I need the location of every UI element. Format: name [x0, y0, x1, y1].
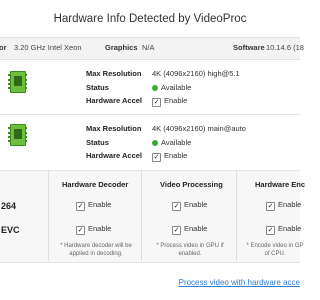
hardware-accel-enable-label: Enable [164, 96, 188, 105]
status-label: Status [86, 138, 109, 147]
max-resolution-label: Max Resolution [86, 69, 142, 78]
hardware-accel-enable-label: Enable [164, 151, 188, 160]
cpu-value: 3.20 GHz Intel Xeon [14, 43, 82, 52]
status-dot-icon [152, 139, 158, 146]
status-dot-icon [152, 84, 158, 91]
processing-note: * Process video in GPU if enabled. [156, 243, 224, 257]
divider [141, 170, 142, 261]
graphics-label: Graphics [105, 43, 138, 52]
cpu-label: or [0, 43, 7, 52]
enable-label: Enable [184, 224, 208, 233]
enable-label: Enable [88, 224, 112, 233]
gpu-chip-icon [8, 124, 27, 146]
graphics-value: N/A [142, 43, 155, 52]
processing-hevc-checkbox[interactable]: ✓ Enable [172, 224, 207, 235]
column-header-hardware-decoder: Hardware Decoder [62, 180, 129, 189]
processing-h264-checkbox[interactable]: ✓ Enable [172, 200, 207, 211]
status-value: Available [152, 138, 191, 147]
checkbox-checked-icon[interactable]: ✓ [172, 202, 181, 211]
divider [236, 170, 237, 261]
process-with-hardware-accel-link[interactable]: Process video with hardware acce [179, 278, 300, 287]
checkbox-checked-icon[interactable]: ✓ [172, 226, 181, 235]
checkbox-checked-icon[interactable]: ✓ [266, 202, 275, 211]
status-value: Available [152, 83, 191, 92]
checkbox-checked-icon[interactable]: ✓ [152, 98, 161, 107]
decoder-hevc-checkbox[interactable]: ✓ Enable [76, 224, 111, 235]
gpu-chip-icon [8, 71, 27, 93]
checkbox-checked-icon[interactable]: ✓ [152, 153, 161, 162]
divider [0, 114, 300, 115]
status-text: Available [161, 83, 192, 92]
divider [48, 170, 49, 261]
enable-label: Enable [88, 200, 112, 209]
checkbox-checked-icon[interactable]: ✓ [76, 202, 85, 211]
software-value: 10.14.6 (18 [266, 43, 304, 52]
enable-label: Enable [184, 200, 208, 209]
window-title: Hardware Info Detected by VideoProc [53, 13, 247, 25]
max-resolution-value: 4K (4096x2160) high@5.1 [152, 69, 240, 78]
decoder-h264-checkbox[interactable]: ✓ Enable [76, 200, 111, 211]
column-header-video-processing: Video Processing [160, 180, 223, 189]
enable-label: Enable [278, 200, 302, 209]
max-resolution-label: Max Resolution [86, 124, 142, 133]
hardware-accel-checkbox[interactable]: ✓ Enable [152, 151, 187, 162]
status-label: Status [86, 83, 109, 92]
codec-label-hevc: EVC [1, 225, 20, 235]
column-header-hardware-encoder: Hardware Enc [255, 180, 306, 189]
checkbox-checked-icon[interactable]: ✓ [76, 226, 85, 235]
hardware-accel-label: Hardware Accel [86, 151, 143, 160]
max-resolution-value: 4K (4096x2160) main@auto [152, 124, 246, 133]
enable-label: Enable [278, 224, 302, 233]
hardware-accel-checkbox[interactable]: ✓ Enable [152, 96, 187, 107]
encoder-note: * Encode video in GP of CPU. [246, 243, 304, 257]
encoder-h264-checkbox[interactable]: ✓ Enable [266, 200, 301, 211]
status-text: Available [161, 138, 192, 147]
software-label: Software [233, 43, 265, 52]
decoder-note: * Hardware decoder will be applied in de… [60, 243, 132, 257]
hardware-accel-label: Hardware Accel [86, 96, 143, 105]
checkbox-checked-icon[interactable]: ✓ [266, 226, 275, 235]
codec-label-h264: 264 [1, 201, 17, 211]
encoder-hevc-checkbox[interactable]: ✓ Enable [266, 224, 301, 235]
